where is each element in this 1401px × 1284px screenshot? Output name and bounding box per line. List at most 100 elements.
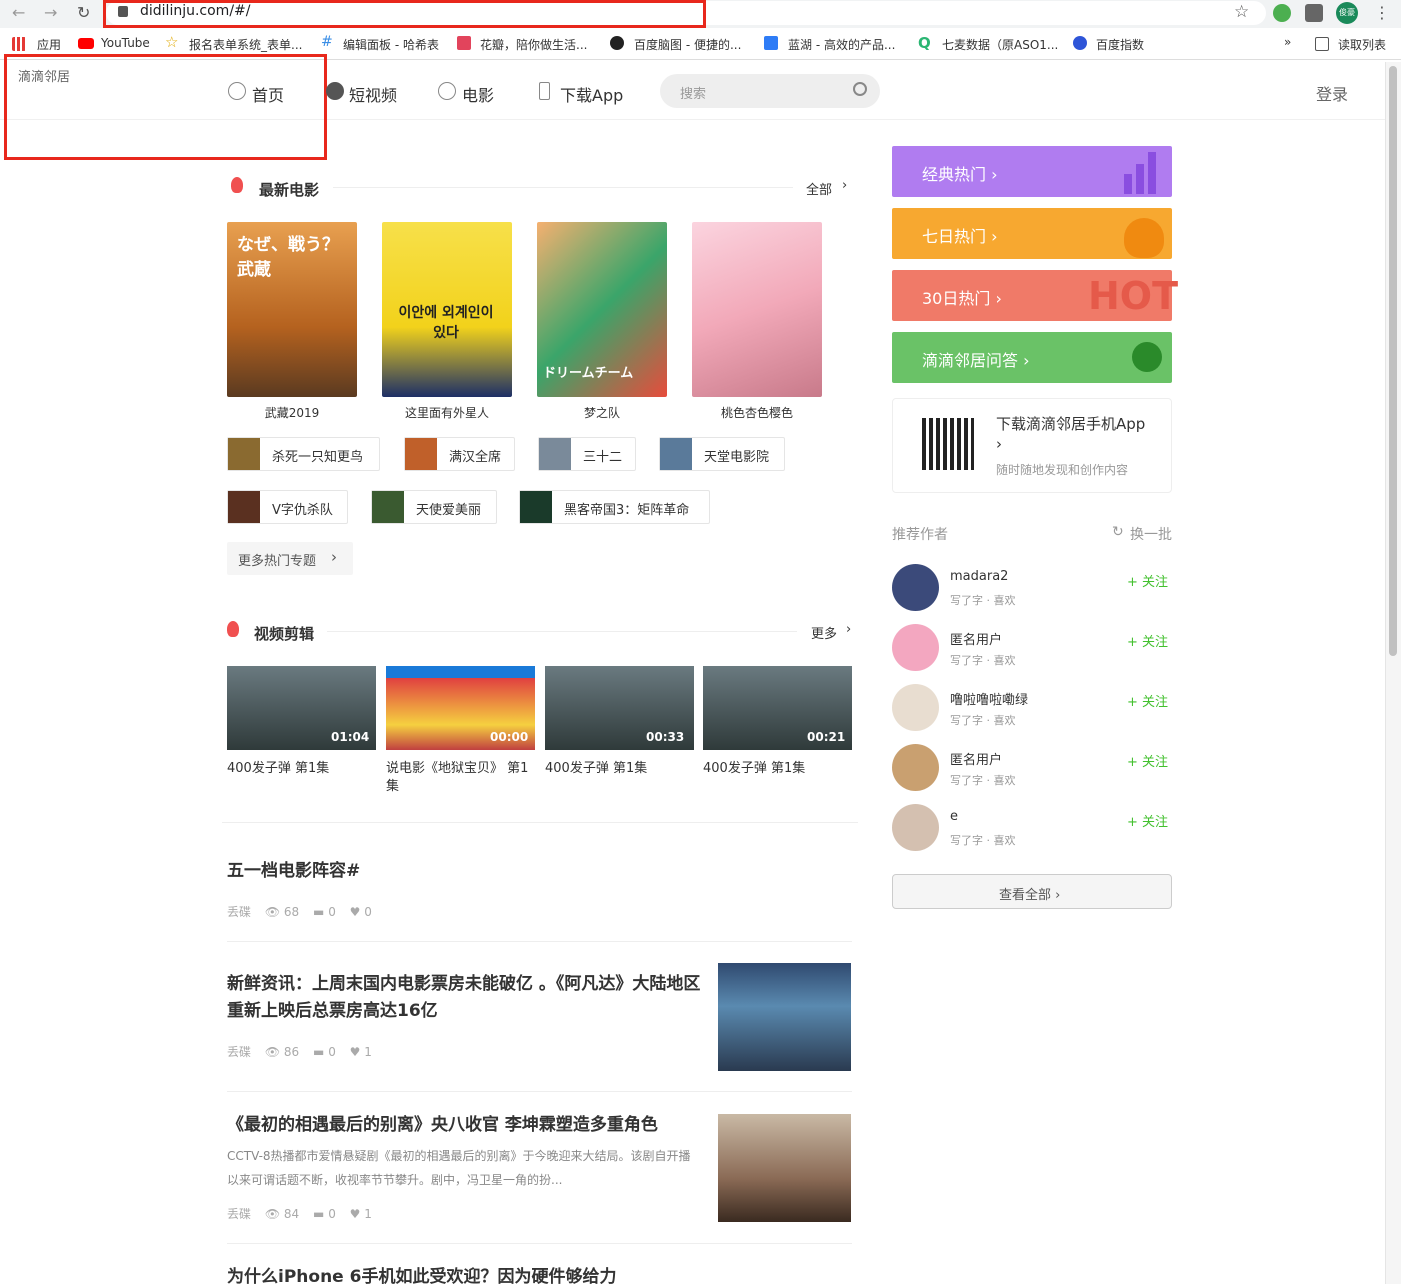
forward-icon[interactable]: → xyxy=(44,3,57,22)
avatar[interactable] xyxy=(892,684,939,731)
bookmark-hash[interactable]: 编辑面板 - 哈希表 xyxy=(343,36,439,53)
lightbulb-icon xyxy=(1132,342,1162,372)
avatar[interactable] xyxy=(892,744,939,791)
promo-qa[interactable]: 滴滴邻居问答 › xyxy=(892,332,1172,383)
nav-home[interactable]: 首页 xyxy=(252,82,284,106)
extension-icon[interactable] xyxy=(1273,4,1291,22)
author-name[interactable]: 匿名用户 xyxy=(950,749,1002,768)
nav-short-video[interactable]: 短视频 xyxy=(349,82,397,106)
puzzle-icon[interactable] xyxy=(1305,4,1323,22)
topic-tag[interactable]: 杀死一只知更鸟 xyxy=(227,437,380,471)
chevron-right-icon[interactable]: › xyxy=(846,622,851,637)
bookmark-naotu[interactable]: 百度脑图 - 便捷的... xyxy=(634,36,741,53)
movie-caption[interactable]: 梦之队 xyxy=(537,404,667,421)
bookmark-baidu-index[interactable]: 百度指数 xyxy=(1096,36,1144,53)
scrollbar-thumb[interactable] xyxy=(1389,66,1397,656)
movie-poster[interactable] xyxy=(692,222,822,397)
video-thumbnail[interactable]: 00:21 xyxy=(703,666,852,750)
movie-caption[interactable]: 桃色杏色樱色 xyxy=(692,404,822,421)
author-name[interactable]: 噜啦噜啦嘞绿 xyxy=(950,689,1028,708)
avatar[interactable] xyxy=(892,564,939,611)
bookmark-lanhu[interactable]: 蓝湖 - 高效的产品... xyxy=(788,36,895,53)
bookmark-huaban[interactable]: 花瓣，陪你做生活... xyxy=(480,36,587,53)
search-icon[interactable] xyxy=(853,82,867,96)
refresh-button[interactable]: 换一批 xyxy=(1130,524,1172,544)
article-author[interactable]: 丢碟 xyxy=(227,905,251,919)
comment-icon: ▬ xyxy=(313,1207,325,1221)
reload-icon[interactable]: ↻ xyxy=(77,3,90,22)
movie-poster[interactable]: 이안에 외계인이 있다 xyxy=(382,222,512,397)
bookmark-qimai[interactable]: 七麦数据（原ASO1... xyxy=(942,36,1058,53)
movie-poster[interactable]: ドリームチーム xyxy=(537,222,667,397)
article-author[interactable]: 丢碟 xyxy=(227,1207,251,1221)
more-bookmarks-icon[interactable]: » xyxy=(1284,35,1291,49)
article-title[interactable]: 五一档电影阵容# xyxy=(227,858,847,885)
topic-tag[interactable]: 天使爱美丽 xyxy=(371,490,497,524)
promo-label: 滴滴邻居问答 › xyxy=(922,351,1030,370)
promo-classic-hot[interactable]: 经典热门 › xyxy=(892,146,1172,197)
chevron-right-icon: › xyxy=(331,548,337,566)
back-icon[interactable]: ← xyxy=(12,3,25,22)
nav-download-app[interactable]: 下载App xyxy=(560,82,623,106)
divider xyxy=(227,1243,852,1244)
bookmark-star-icon[interactable]: ☆ xyxy=(1234,2,1249,22)
avatar[interactable] xyxy=(892,624,939,671)
topic-tag[interactable]: 三十二 xyxy=(538,437,636,471)
topic-tag[interactable]: 满汉全席 xyxy=(404,437,515,471)
bookmark-form[interactable]: 报名表单系统_表单... xyxy=(189,36,302,53)
follow-button[interactable]: + 关注 xyxy=(1127,751,1168,770)
movies-all-link[interactable]: 全部 xyxy=(806,179,832,198)
article-title[interactable]: 《最初的相遇最后的别离》央八收官 李坤霖塑造多重角色 xyxy=(227,1112,707,1139)
promo-thirty-day-hot[interactable]: 30日热门 › HOT xyxy=(892,270,1178,321)
eye-icon: 👁 xyxy=(264,1045,281,1059)
author-name[interactable]: e xyxy=(950,809,958,824)
download-title[interactable]: 下载滴滴邻居手机App xyxy=(996,413,1145,434)
bookmark-apps[interactable]: 应用 xyxy=(37,36,61,53)
article-author[interactable]: 丢碟 xyxy=(227,1045,251,1059)
movie-caption[interactable]: 这里面有外星人 xyxy=(382,404,512,421)
video-caption[interactable]: 400发子弹 第1集 xyxy=(703,760,853,778)
view-all-button[interactable]: 查看全部 › xyxy=(892,874,1172,909)
login-link[interactable]: 登录 xyxy=(1316,81,1348,105)
movie-poster[interactable]: なぜ、戦う？ 武蔵 xyxy=(227,222,357,397)
profile-avatar[interactable]: 俊豪 xyxy=(1336,2,1358,24)
play-icon xyxy=(326,82,344,100)
movie-caption[interactable]: 武藏2019 xyxy=(227,404,357,421)
promo-seven-day-hot[interactable]: 七日热门 › xyxy=(892,208,1172,259)
follow-button[interactable]: + 关注 xyxy=(1127,571,1168,590)
topic-tag[interactable]: 黑客帝国3：矩阵革命 xyxy=(519,490,710,524)
author-name[interactable]: 匿名用户 xyxy=(950,629,1002,648)
menu-icon[interactable]: ⋮ xyxy=(1374,3,1390,22)
video-thumbnail[interactable]: 01:04 xyxy=(227,666,376,750)
follow-button[interactable]: + 关注 xyxy=(1127,631,1168,650)
article-thumbnail[interactable] xyxy=(718,1114,851,1222)
article-thumbnail[interactable] xyxy=(718,963,851,1071)
chevron-right-icon[interactable]: › xyxy=(842,178,847,193)
author-name[interactable]: madara2 xyxy=(950,569,1008,584)
follow-button[interactable]: + 关注 xyxy=(1127,691,1168,710)
divider xyxy=(333,187,793,188)
topic-tag[interactable]: V字仇杀队 xyxy=(227,490,348,524)
bookmark-youtube[interactable]: YouTube xyxy=(101,36,150,50)
compass-icon xyxy=(228,82,246,100)
bar-chart-icon xyxy=(1148,152,1156,194)
video-caption[interactable]: 400发子弹 第1集 xyxy=(227,760,377,778)
like-count: 1 xyxy=(364,1045,372,1059)
article-title[interactable]: 为什么iPhone 6手机如此受欢迎？因为硬件够给力 xyxy=(227,1264,847,1284)
nav-movie[interactable]: 电影 xyxy=(462,82,494,106)
article-title[interactable]: 新鲜资讯：上周末国内电影票房未能破亿 。《阿凡达》大陆地区重新上映后总票房高达1… xyxy=(227,971,705,1025)
refresh-icon[interactable]: ↻ xyxy=(1112,524,1124,540)
topic-tag[interactable]: 天堂电影院 xyxy=(659,437,785,471)
video-caption[interactable]: 说电影《地狱宝贝》 第1集 xyxy=(386,760,536,796)
video-thumbnail[interactable]: 00:33 xyxy=(545,666,694,750)
bookmark-reading-list[interactable]: 读取列表 xyxy=(1338,36,1386,53)
more-topics-button[interactable]: 更多热门专题 › xyxy=(227,542,353,575)
videos-more-link[interactable]: 更多 xyxy=(811,623,837,642)
avatar[interactable] xyxy=(892,804,939,851)
video-caption[interactable]: 400发子弹 第1集 xyxy=(545,760,695,778)
video-thumbnail[interactable]: 00:00 xyxy=(386,666,535,750)
download-subtitle: 随时随地发现和创作内容 xyxy=(996,463,1129,477)
follow-button[interactable]: + 关注 xyxy=(1127,811,1168,830)
divider xyxy=(327,631,797,632)
hot-badge-icon: HOT xyxy=(1088,274,1179,318)
